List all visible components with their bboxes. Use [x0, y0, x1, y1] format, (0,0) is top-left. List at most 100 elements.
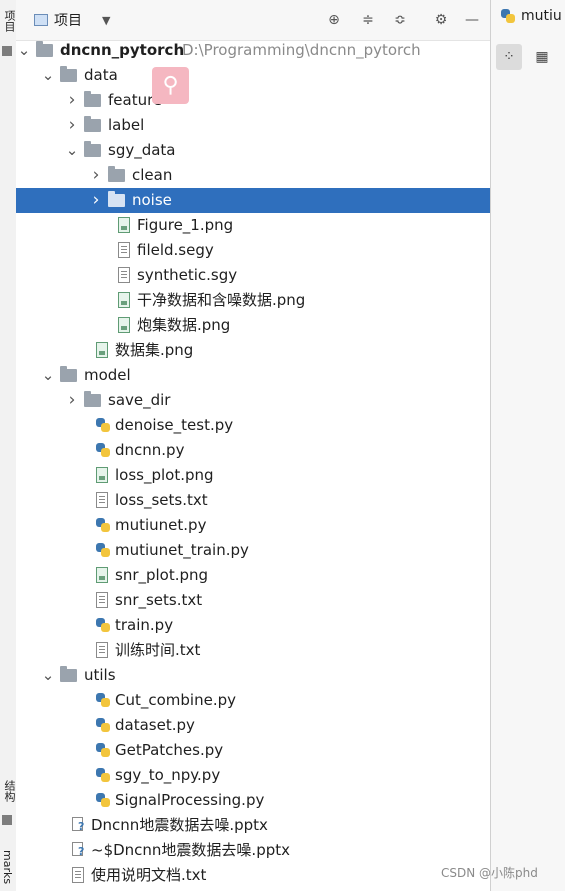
tree-file-row[interactable]: 干净数据和含噪数据.png — [16, 288, 490, 313]
folder-icon — [60, 366, 77, 382]
project-toolbar: 项目 ▼ ⊕ ≑ ≎ ⚙ — — [16, 0, 490, 41]
folder-icon — [84, 116, 101, 132]
tree-file-row[interactable]: denoise_test.py — [16, 413, 490, 438]
tree-item-label: sgy_to_npy.py — [115, 766, 221, 784]
tree-folder-row[interactable]: › noise — [16, 188, 490, 213]
python-file-icon — [96, 717, 110, 733]
tree-file-row[interactable]: 炮集数据.png — [16, 313, 490, 338]
project-view-selector[interactable]: 项目 ▼ — [34, 10, 110, 30]
image-file-icon — [96, 567, 108, 583]
tree-file-row[interactable]: mutiunet.py — [16, 513, 490, 538]
text-file-icon — [96, 492, 108, 508]
tree-item-label: data — [84, 66, 118, 84]
python-file-icon — [96, 767, 110, 783]
tree-file-row[interactable]: ? ~$Dncnn地震数据去噪.pptx — [16, 838, 490, 863]
search-overlay-icon[interactable]: ⚲ — [152, 67, 189, 104]
tree-item-label: GetPatches.py — [115, 741, 224, 759]
tree-file-row[interactable]: loss_sets.txt — [16, 488, 490, 513]
python-file-icon — [96, 617, 110, 633]
tree-folder-row[interactable]: ⌄ sgy_data — [16, 138, 490, 163]
chevron-down-icon[interactable]: ⌄ — [18, 38, 31, 63]
tree-item-label: dataset.py — [115, 716, 195, 734]
tree-file-row[interactable]: loss_plot.png — [16, 463, 490, 488]
tree-folder-row[interactable]: › save_dir — [16, 388, 490, 413]
tree-file-row[interactable]: Cut_combine.py — [16, 688, 490, 713]
tree-folder-row[interactable]: ⌄ dncnn_pytorch D:\Programming\dncnn_pytor… — [16, 38, 490, 63]
expand-all-icon[interactable]: ≑ — [358, 10, 378, 30]
image-file-icon — [118, 217, 130, 233]
tree-folder-row[interactable]: ⌄ utils — [16, 663, 490, 688]
tree-file-row[interactable]: SignalProcessing.py — [16, 788, 490, 813]
tree-file-row[interactable]: sgy_to_npy.py — [16, 763, 490, 788]
tree-folder-row[interactable]: › feature — [16, 88, 490, 113]
python-file-icon — [96, 542, 110, 558]
left-tool-stripe: 项目 结构 marks — [0, 0, 17, 891]
chevron-right-icon[interactable]: › — [66, 88, 78, 113]
chevron-down-icon[interactable]: ▼ — [102, 14, 110, 27]
tree-item-label: fileld.segy — [137, 241, 214, 259]
tree-file-row[interactable]: 数据集.png — [16, 338, 490, 363]
tree-file-row[interactable]: GetPatches.py — [16, 738, 490, 763]
text-file-icon — [118, 242, 130, 258]
tree-file-row[interactable]: ? Dncnn地震数据去噪.pptx — [16, 813, 490, 838]
chevron-right-icon[interactable]: › — [90, 188, 102, 213]
project-panel: 项目 ▼ ⊕ ≑ ≎ ⚙ — ⌄ dncnn_pytorch D:\Programm… — [16, 0, 491, 891]
tree-file-row[interactable]: dncnn.py — [16, 438, 490, 463]
tree-folder-row[interactable]: › clean — [16, 163, 490, 188]
chevron-down-icon[interactable]: ⌄ — [42, 663, 55, 688]
text-file-icon — [96, 592, 108, 608]
tree-folder-row[interactable]: ⌄ data — [16, 63, 490, 88]
folder-icon — [84, 391, 101, 407]
tree-file-row[interactable]: dataset.py — [16, 713, 490, 738]
grid-view-icon[interactable]: ⁘ — [496, 44, 522, 70]
tree-file-row[interactable]: snr_sets.txt — [16, 588, 490, 613]
project-tool-icon[interactable] — [2, 46, 12, 56]
tree-file-row[interactable]: mutiunet_train.py — [16, 538, 490, 563]
tree-folder-row[interactable]: ⌄ model — [16, 363, 490, 388]
gear-icon[interactable]: ⚙ — [431, 10, 451, 30]
tree-folder-row[interactable]: › label — [16, 113, 490, 138]
tree-item-label: save_dir — [108, 391, 171, 409]
minimize-icon[interactable]: — — [462, 10, 482, 30]
text-file-icon — [72, 867, 84, 883]
tree-item-label: loss_sets.txt — [115, 491, 208, 509]
python-file-icon — [501, 8, 515, 24]
project-view-title: 项目 — [54, 13, 82, 29]
tree-item-label: sgy_data — [108, 141, 176, 159]
structure-tool-icon[interactable] — [2, 815, 12, 825]
tree-file-row[interactable]: 使用说明文档.txt — [16, 863, 490, 888]
locate-icon[interactable]: ⊕ — [324, 10, 344, 30]
tree-file-row[interactable]: synthetic.sgy — [16, 263, 490, 288]
tree-item-label: Figure_1.png — [137, 216, 234, 234]
tree-item-label: noise — [132, 191, 172, 209]
chevron-right-icon[interactable]: › — [66, 388, 78, 413]
table-view-icon[interactable]: ▦ — [529, 44, 555, 70]
tree-file-row[interactable]: fileld.segy — [16, 238, 490, 263]
project-tool-label[interactable]: 项目 — [1, 10, 17, 32]
chevron-right-icon[interactable]: › — [66, 113, 78, 138]
image-file-icon — [118, 317, 130, 333]
folder-icon — [36, 41, 53, 57]
tree-item-label: label — [108, 116, 145, 134]
tree-file-row[interactable]: 训练时间.txt — [16, 638, 490, 663]
chevron-down-icon[interactable]: ⌄ — [42, 363, 55, 388]
folder-icon — [108, 166, 125, 182]
structure-tool-label[interactable]: 结构 — [1, 780, 17, 802]
editor-tab-label: mutiu — [521, 8, 562, 24]
tree-file-row[interactable]: Figure_1.png — [16, 213, 490, 238]
collapse-all-icon[interactable]: ≎ — [390, 10, 410, 30]
chevron-down-icon[interactable]: ⌄ — [66, 138, 79, 163]
tree-item-label: 训练时间.txt — [115, 641, 201, 659]
chevron-right-icon[interactable]: › — [90, 163, 102, 188]
bookmarks-tool-label[interactable]: marks — [1, 850, 14, 884]
tree-file-row[interactable]: snr_plot.png — [16, 563, 490, 588]
tree-item-label: clean — [132, 166, 173, 184]
tree-item-label: mutiunet.py — [115, 516, 207, 534]
editor-tab[interactable]: mutiu — [501, 8, 562, 24]
tree-item-label: Dncnn地震数据去噪.pptx — [91, 816, 268, 834]
folder-icon — [60, 666, 77, 682]
tree-file-row[interactable]: train.py — [16, 613, 490, 638]
text-file-icon — [118, 267, 130, 283]
image-file-icon — [118, 292, 130, 308]
chevron-down-icon[interactable]: ⌄ — [42, 63, 55, 88]
